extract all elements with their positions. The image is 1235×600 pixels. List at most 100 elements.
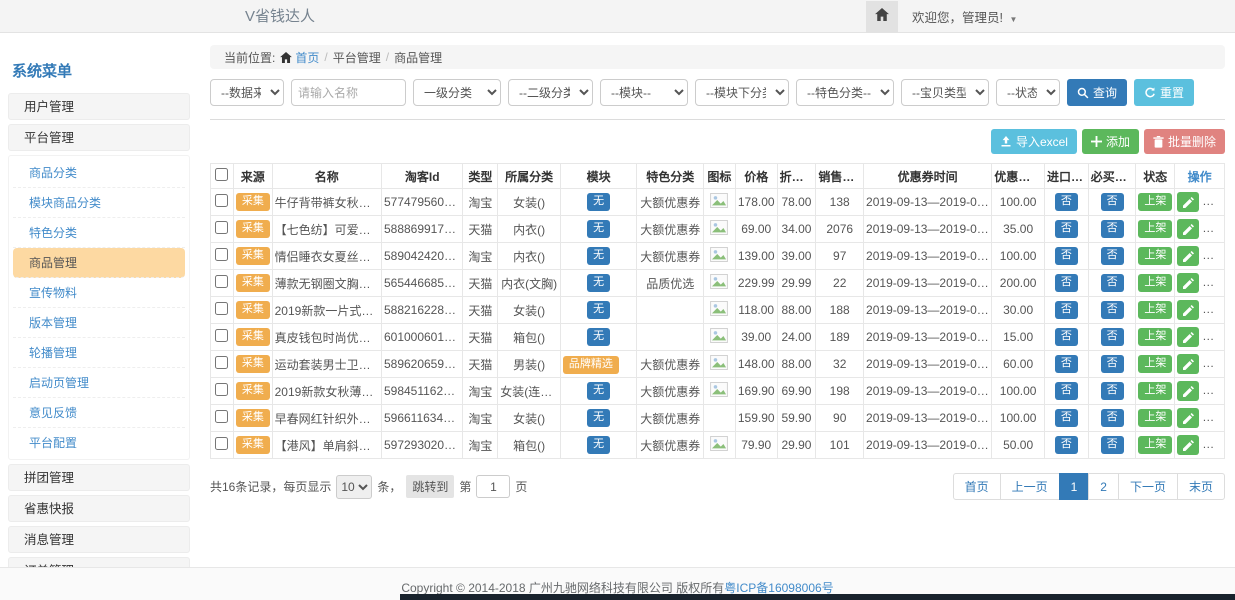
feature-category-select[interactable]: --特色分类--: [796, 79, 894, 106]
import-toggle-badge[interactable]: 否: [1055, 409, 1078, 427]
first-page-button[interactable]: 首页: [953, 473, 1001, 500]
edit-button[interactable]: [1177, 435, 1199, 455]
row-checkbox[interactable]: [215, 302, 228, 315]
sidebar-item[interactable]: 宣传物料: [13, 278, 185, 308]
breadcrumb-home-link[interactable]: 首页: [280, 49, 319, 66]
user-menu[interactable]: 欢迎您，管理员! ▼: [912, 7, 1017, 26]
status-badge[interactable]: 上架: [1138, 382, 1172, 400]
status-badge[interactable]: 上架: [1138, 247, 1172, 265]
module-badge[interactable]: 无: [587, 409, 610, 427]
row-checkbox[interactable]: [215, 194, 228, 207]
must-buy-toggle-badge[interactable]: 否: [1101, 436, 1124, 454]
sidebar-item[interactable]: 版本管理: [13, 308, 185, 338]
page-number-button[interactable]: 2: [1088, 473, 1119, 500]
import-toggle-badge[interactable]: 否: [1055, 436, 1078, 454]
sidebar-group-item[interactable]: 消息管理: [8, 526, 190, 553]
import-toggle-badge[interactable]: 否: [1055, 220, 1078, 238]
row-checkbox[interactable]: [215, 275, 228, 288]
sidebar-item[interactable]: 商品分类: [13, 158, 185, 188]
module-badge[interactable]: 无: [587, 436, 610, 454]
item-type-select[interactable]: --宝贝类型--: [901, 79, 989, 106]
must-buy-toggle-badge[interactable]: 否: [1101, 193, 1124, 211]
edit-button[interactable]: [1177, 327, 1199, 347]
row-checkbox[interactable]: [215, 383, 228, 396]
page-number-button[interactable]: 1: [1059, 473, 1090, 500]
name-input[interactable]: [291, 79, 406, 106]
next-page-button[interactable]: 下一页: [1118, 473, 1178, 500]
module-badge[interactable]: 无: [587, 328, 610, 346]
must-buy-toggle-badge[interactable]: 否: [1101, 409, 1124, 427]
status-badge[interactable]: 上架: [1138, 409, 1172, 427]
import-toggle-badge[interactable]: 否: [1055, 274, 1078, 292]
status-badge[interactable]: 上架: [1138, 328, 1172, 346]
sidebar-item[interactable]: 特色分类: [13, 218, 185, 248]
status-select[interactable]: --状态--: [996, 79, 1060, 106]
import-toggle-badge[interactable]: 否: [1055, 247, 1078, 265]
edit-button[interactable]: [1177, 192, 1199, 212]
sidebar-group-item[interactable]: 平台管理: [8, 124, 190, 151]
import-toggle-badge[interactable]: 否: [1055, 382, 1078, 400]
row-checkbox[interactable]: [215, 221, 228, 234]
status-badge[interactable]: 上架: [1138, 436, 1172, 454]
import-toggle-badge[interactable]: 否: [1055, 301, 1078, 319]
row-checkbox[interactable]: [215, 437, 228, 450]
sidebar-item[interactable]: 意见反馈: [13, 398, 185, 428]
module-subcategory-select[interactable]: --模块下分类--: [695, 79, 789, 106]
import-toggle-badge[interactable]: 否: [1055, 328, 1078, 346]
sidebar-item[interactable]: 轮播管理: [13, 338, 185, 368]
edit-button[interactable]: [1177, 381, 1199, 401]
sidebar-item[interactable]: 平台配置: [13, 428, 185, 457]
status-badge[interactable]: 上架: [1138, 274, 1172, 292]
import-toggle-badge[interactable]: 否: [1055, 355, 1078, 373]
jump-page-input[interactable]: [476, 475, 510, 498]
edit-button[interactable]: [1177, 354, 1199, 374]
status-badge[interactable]: 上架: [1138, 301, 1172, 319]
add-button[interactable]: 添加: [1082, 129, 1139, 154]
select-all-checkbox[interactable]: [215, 168, 228, 181]
module-badge[interactable]: 无: [587, 301, 610, 319]
import-toggle-badge[interactable]: 否: [1055, 193, 1078, 211]
row-checkbox[interactable]: [215, 248, 228, 261]
must-buy-toggle-badge[interactable]: 否: [1101, 247, 1124, 265]
sidebar-group-item[interactable]: 拼团管理: [8, 464, 190, 491]
edit-button[interactable]: [1177, 273, 1199, 293]
icp-link[interactable]: 粤ICP备16098006号: [724, 581, 833, 595]
must-buy-toggle-badge[interactable]: 否: [1101, 328, 1124, 346]
edit-button[interactable]: [1177, 408, 1199, 428]
module-badge[interactable]: 无: [587, 220, 610, 238]
last-page-button[interactable]: 末页: [1177, 473, 1225, 500]
must-buy-toggle-badge[interactable]: 否: [1101, 355, 1124, 373]
prev-page-button[interactable]: 上一页: [1000, 473, 1060, 500]
row-checkbox[interactable]: [215, 410, 228, 423]
status-badge[interactable]: 上架: [1138, 193, 1172, 211]
search-button[interactable]: 查询: [1067, 79, 1127, 106]
sidebar-group-item[interactable]: 省惠快报: [8, 495, 190, 522]
module-badge[interactable]: 无: [587, 247, 610, 265]
sidebar-item[interactable]: 启动页管理: [13, 368, 185, 398]
module-badge[interactable]: 无: [587, 382, 610, 400]
must-buy-toggle-badge[interactable]: 否: [1101, 220, 1124, 238]
home-button[interactable]: [866, 1, 898, 33]
module-badge[interactable]: 无: [587, 274, 610, 292]
module-select[interactable]: --模块--: [600, 79, 688, 106]
must-buy-toggle-badge[interactable]: 否: [1101, 274, 1124, 292]
must-buy-toggle-badge[interactable]: 否: [1101, 301, 1124, 319]
category-level1-select[interactable]: 一级分类: [413, 79, 501, 106]
reset-button[interactable]: 重置: [1134, 79, 1194, 106]
edit-button[interactable]: [1177, 300, 1199, 320]
sidebar-group-item[interactable]: 用户管理: [8, 93, 190, 120]
row-checkbox[interactable]: [215, 329, 228, 342]
status-badge[interactable]: 上架: [1138, 355, 1172, 373]
data-source-select[interactable]: --数据来源--: [210, 79, 284, 106]
row-checkbox[interactable]: [215, 356, 228, 369]
category-level2-select[interactable]: --二级分类--: [508, 79, 593, 106]
page-size-select[interactable]: 10: [336, 475, 372, 499]
edit-button[interactable]: [1177, 246, 1199, 266]
status-badge[interactable]: 上架: [1138, 220, 1172, 238]
import-excel-button[interactable]: 导入excel: [991, 129, 1077, 154]
batch-delete-button[interactable]: 批量删除: [1144, 129, 1225, 154]
module-badge[interactable]: 无: [587, 193, 610, 211]
sidebar-item[interactable]: 模块商品分类: [13, 188, 185, 218]
must-buy-toggle-badge[interactable]: 否: [1101, 382, 1124, 400]
edit-button[interactable]: [1177, 219, 1199, 239]
